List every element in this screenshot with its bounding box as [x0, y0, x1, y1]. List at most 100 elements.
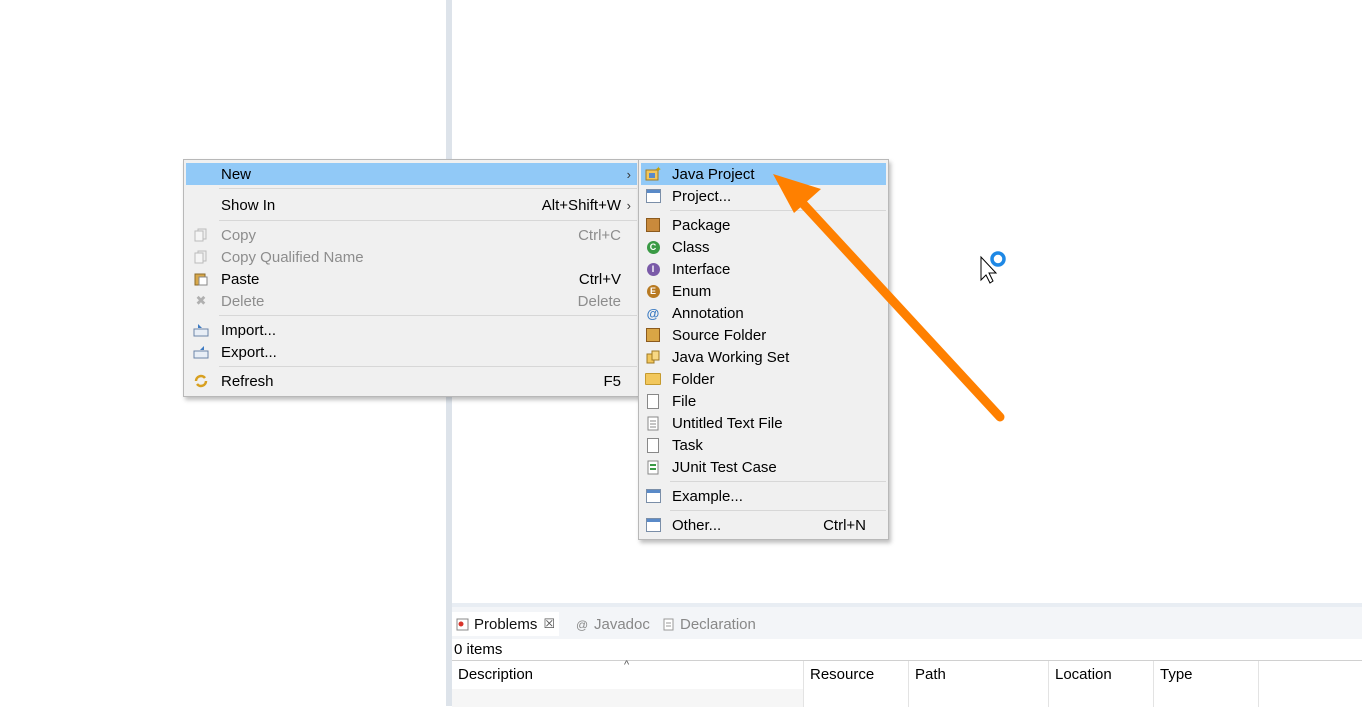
copy-icon: [193, 227, 209, 243]
menu-separator: [219, 315, 637, 316]
submenu-item-package[interactable]: Package: [641, 214, 886, 236]
context-menu: New › Show In Alt+Shift+W › Copy Ctrl+C …: [183, 159, 640, 397]
menu-item-paste[interactable]: Paste Ctrl+V: [186, 268, 637, 290]
column-type[interactable]: Type: [1154, 661, 1259, 707]
submenu-item-task[interactable]: Task: [641, 434, 886, 456]
submenu-item-untitled-text-file[interactable]: Untitled Text File: [641, 412, 886, 434]
problems-tabbar: Problems ☒ @ Javadoc Declaration: [452, 607, 1362, 639]
menu-item-refresh-label: Refresh: [221, 372, 274, 390]
submenu-item-file[interactable]: File: [641, 390, 886, 412]
source-folder-icon: [645, 327, 661, 343]
column-location[interactable]: Location: [1049, 661, 1154, 707]
menu-item-new-label: New: [221, 165, 252, 183]
tab-javadoc[interactable]: @ Javadoc: [576, 612, 650, 636]
task-icon: [645, 437, 661, 453]
interface-icon: I: [645, 261, 661, 277]
submenu-item-other-label: Other...: [672, 516, 722, 534]
tab-declaration-label: Declaration: [680, 615, 756, 633]
class-icon: C: [645, 239, 661, 255]
submenu-arrow-icon: ›: [626, 166, 631, 182]
submenu-item-folder-label: Folder: [672, 370, 715, 388]
junit-icon: [645, 459, 661, 475]
tab-declaration[interactable]: Declaration: [662, 612, 756, 636]
menu-separator: [670, 210, 886, 211]
column-type-label: Type: [1160, 666, 1193, 683]
submenu-item-other[interactable]: Other... Ctrl+N: [641, 514, 886, 536]
svg-text:✦: ✦: [655, 166, 661, 174]
submenu-item-source-folder[interactable]: Source Folder: [641, 324, 886, 346]
folder-icon: [645, 371, 661, 387]
submenu-item-project[interactable]: Project...: [641, 185, 886, 207]
menu-item-refresh-accel: F5: [603, 372, 621, 390]
submenu-item-interface-label: Interface: [672, 260, 731, 278]
items-count: 0 items: [454, 641, 503, 658]
submenu-item-class[interactable]: C Class: [641, 236, 886, 258]
project-icon: [645, 188, 661, 204]
submenu-item-folder[interactable]: Folder: [641, 368, 886, 390]
column-resource[interactable]: Resource: [804, 661, 909, 707]
submenu-item-java-working-set-label: Java Working Set: [672, 348, 790, 366]
submenu-item-enum-label: Enum: [672, 282, 712, 300]
submenu-item-class-label: Class: [672, 238, 710, 256]
other-icon: [645, 517, 661, 533]
enum-icon: E: [645, 283, 661, 299]
submenu-item-junit-test-case[interactable]: JUnit Test Case: [641, 456, 886, 478]
menu-separator: [219, 366, 637, 367]
annotation-icon: @: [646, 305, 660, 321]
tab-javadoc-label: Javadoc: [594, 615, 650, 633]
paste-icon: [193, 271, 209, 287]
problems-view: Problems ☒ @ Javadoc Declaration 0 items…: [452, 607, 1362, 707]
delete-icon: ✖: [195, 293, 207, 308]
menu-separator: [219, 188, 637, 189]
menu-item-export[interactable]: Export...: [186, 341, 637, 363]
submenu-item-file-label: File: [672, 392, 697, 410]
close-icon[interactable]: ☒: [543, 616, 555, 632]
submenu-item-project-label: Project...: [672, 187, 732, 205]
column-description[interactable]: ^ Description: [452, 659, 804, 707]
menu-item-refresh[interactable]: Refresh F5: [186, 370, 637, 392]
menu-item-show-in[interactable]: Show In Alt+Shift+W ›: [186, 194, 637, 216]
example-icon: [645, 488, 661, 504]
refresh-icon: [193, 373, 209, 389]
submenu-arrow-icon: ›: [626, 197, 631, 213]
menu-item-copy-label: Copy: [221, 226, 257, 244]
menu-separator: [219, 220, 637, 221]
menu-item-import-label: Import...: [221, 321, 277, 339]
submenu-item-example[interactable]: Example...: [641, 485, 886, 507]
problems-table-header: ^ Description Resource Path Location Typ…: [452, 659, 1362, 707]
column-location-label: Location: [1055, 666, 1112, 683]
at-icon: @: [576, 617, 589, 632]
submenu-item-java-working-set[interactable]: Java Working Set: [641, 346, 886, 368]
tab-problems-label: Problems: [474, 615, 538, 633]
menu-separator: [670, 481, 886, 482]
submenu-item-source-folder-label: Source Folder: [672, 326, 767, 344]
menu-item-paste-accel: Ctrl+V: [578, 270, 621, 288]
problems-icon: [456, 618, 469, 631]
file-icon: [645, 393, 661, 409]
submenu-item-task-label: Task: [672, 436, 703, 454]
menu-item-copy[interactable]: Copy Ctrl+C: [186, 224, 637, 246]
export-icon: [193, 344, 209, 360]
submenu-item-annotation-label: Annotation: [672, 304, 744, 322]
menu-item-delete[interactable]: ✖ Delete Delete: [186, 290, 637, 312]
column-path[interactable]: Path: [909, 661, 1049, 707]
menu-separator: [670, 510, 886, 511]
submenu-item-java-project-label: Java Project: [672, 165, 755, 183]
submenu-item-example-label: Example...: [672, 487, 743, 505]
column-description-label: Description: [458, 666, 534, 683]
new-submenu: ✦ Java Project Project... Package C Clas…: [638, 159, 889, 540]
tab-problems[interactable]: Problems ☒: [452, 612, 560, 636]
menu-item-delete-accel: Delete: [577, 292, 621, 310]
menu-item-copy-qualified-name[interactable]: Copy Qualified Name: [186, 246, 637, 268]
package-icon: [645, 217, 661, 233]
submenu-item-other-accel: Ctrl+N: [823, 516, 866, 534]
submenu-item-enum[interactable]: E Enum: [641, 280, 886, 302]
menu-item-new[interactable]: New ›: [186, 163, 637, 185]
submenu-item-annotation[interactable]: @ Annotation: [641, 302, 886, 324]
menu-item-import[interactable]: Import...: [186, 319, 637, 341]
submenu-item-java-project[interactable]: ✦ Java Project: [641, 163, 886, 185]
menu-item-copy-accel: Ctrl+C: [578, 226, 621, 244]
submenu-item-interface[interactable]: I Interface: [641, 258, 886, 280]
text-file-icon: [645, 415, 661, 431]
column-path-label: Path: [915, 666, 946, 683]
